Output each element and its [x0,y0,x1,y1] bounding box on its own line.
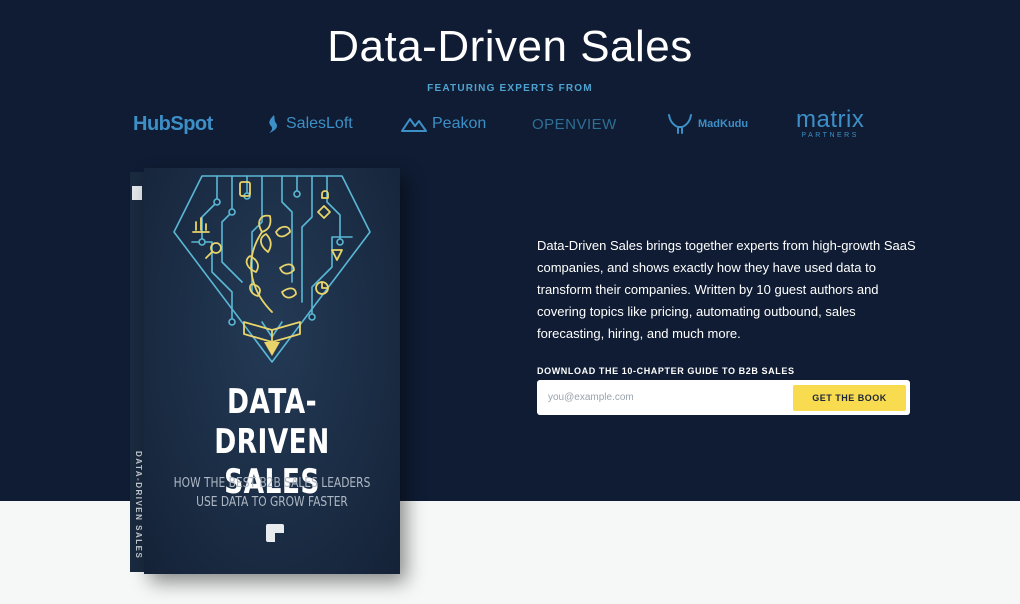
salesloft-logo-text: SalesLoft [286,115,353,132]
publisher-logo-icon [266,524,284,542]
get-the-book-button[interactable]: GET THE BOOK [793,385,906,411]
circuit-diamond-illustration [173,175,371,363]
page-title: Data-Driven Sales [327,22,693,71]
email-input[interactable] [543,384,793,411]
featuring-label: FEATURING EXPERTS FROM [427,83,593,94]
madkudu-horns-icon [668,114,692,134]
book-spine-logo [132,186,142,200]
page: Data-Driven Sales FEATURING EXPERTS FROM… [0,0,1020,604]
madkudu-logo-text: MadKudu [698,118,749,130]
madkudu-logo: MadKudu [666,104,748,144]
partner-logos: HubSpot SalesLoft Peakon OPENVIEW MadKud… [120,104,900,144]
book-cover-image: DATA-DRIVEN SALES DATA-DRIVEN SALES HOW … [130,168,400,574]
download-label: DOWNLOAD THE 10-CHAPTER GUIDE TO B2B SAL… [537,366,795,376]
hero-section: Data-Driven Sales FEATURING EXPERTS FROM… [0,0,1020,574]
book-subtitle-line1: HOW THE BEST B2B SALES LEADERS [173,476,371,491]
matrix-partners-logo: matrix PARTNERS [796,104,864,144]
book-spine: DATA-DRIVEN SALES [130,172,144,572]
salesloft-icon [269,115,278,133]
peakon-icon [401,118,427,132]
book-spine-text: DATA-DRIVEN SALES [134,450,143,560]
openview-logo-text: OPENVIEW [532,115,617,133]
book-subtitle: HOW THE BEST B2B SALES LEADERS USE DATA … [167,474,377,512]
hubspot-logo: HubSpot [133,104,213,144]
openview-logo: OPENVIEW [532,104,617,144]
book-description: Data-Driven Sales brings together expert… [537,238,916,341]
peakon-logo-text: Peakon [432,115,487,132]
peakon-logo: Peakon [400,104,486,144]
email-signup-form: GET THE BOOK [537,380,910,415]
book-subtitle-line2: USE DATA TO GROW FASTER [196,495,348,510]
book-title-line1: DATA-DRIVEN [214,382,330,462]
hubspot-logo-text: HubSpot [133,112,213,135]
salesloft-logo: SalesLoft [266,104,353,144]
matrix-logo-text: matrix [796,106,865,133]
matrix-logo-subtext: PARTNERS [801,132,859,139]
book-front-cover: DATA-DRIVEN SALES HOW THE BEST B2B SALES… [144,168,400,574]
